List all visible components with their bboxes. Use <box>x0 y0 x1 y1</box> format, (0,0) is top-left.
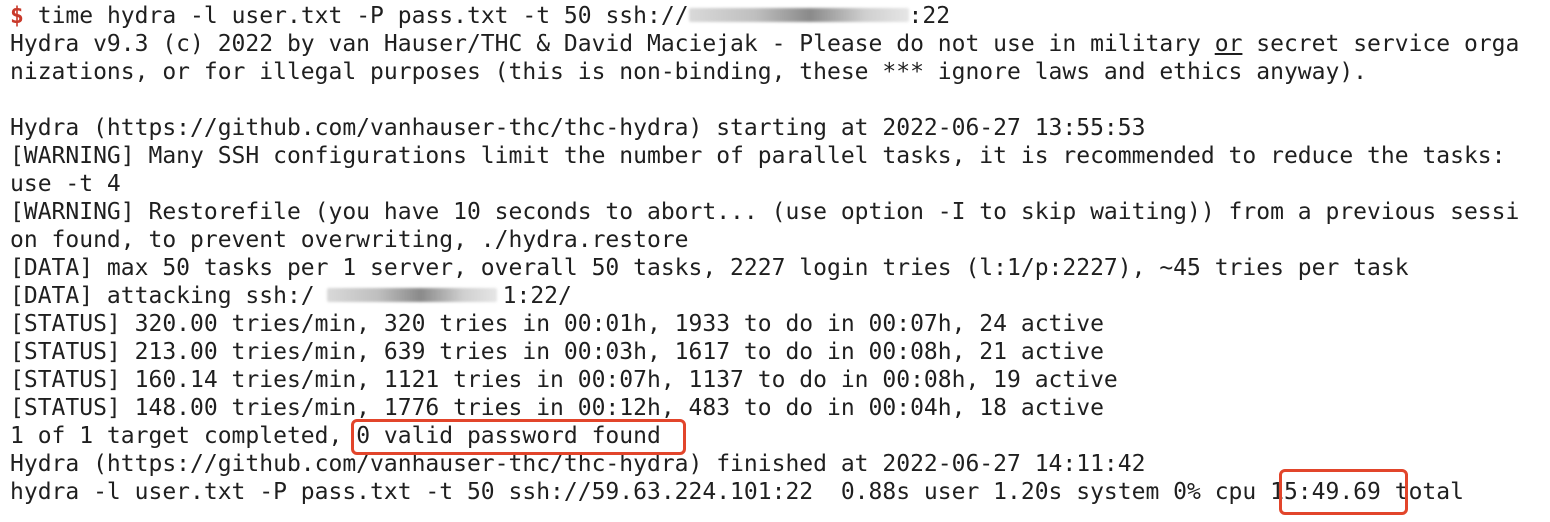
status-line: [STATUS] 148.00 tries/min, 1776 tries in… <box>10 395 1104 421</box>
time-summary-line: hydra -l user.txt -P pass.txt -t 50 ssh:… <box>10 478 1464 506</box>
warning-line-2: [WARNING] Restorefile (you have 10 secon… <box>10 199 1520 225</box>
status-line: [STATUS] 320.00 tries/min, 320 tries in … <box>10 311 1104 337</box>
banner-underlined-or: or <box>1214 31 1243 57</box>
banner-line-1: Hydra v9.3 (c) 2022 by van Hauser/THC & … <box>10 30 1519 58</box>
valid-password-result: 0 valid password found <box>356 423 661 449</box>
data-line-1: [DATA] max 50 tasks per 1 server, overal… <box>10 255 1409 281</box>
redacted-host <box>688 7 909 22</box>
completed-line: 1 of 1 target completed, 0 valid passwor… <box>10 422 661 450</box>
warning-line-2-cont: on found, to prevent overwriting, ./hydr… <box>10 227 689 253</box>
command-suffix: :22 <box>908 3 951 29</box>
finish-line: Hydra (https://github.com/vanhauser-thc/… <box>10 451 1146 477</box>
terminal-output[interactable]: $ time hydra -l user.txt -P pass.txt -t … <box>10 0 1550 522</box>
redacted-target <box>326 287 497 302</box>
time-summary-suffix: total <box>1380 479 1464 505</box>
completed-prefix: 1 of 1 target completed, <box>10 423 357 449</box>
data-attacking-prefix: [DATA] attacking ssh:/ <box>10 283 315 309</box>
command-line: $ time hydra -l user.txt -P pass.txt -t … <box>10 2 950 30</box>
command-prefix: time hydra -l user.txt -P pass.txt -t 50… <box>37 3 689 29</box>
warning-line-1: [WARNING] Many SSH configurations limit … <box>10 143 1506 169</box>
status-line: [STATUS] 213.00 tries/min, 639 tries in … <box>10 339 1104 365</box>
warning-line-1-cont: use -t 4 <box>10 171 121 197</box>
time-summary-prefix: hydra -l user.txt -P pass.txt -t 50 ssh:… <box>10 479 1271 505</box>
banner-text-b: secret service orga <box>1242 31 1520 57</box>
data-line-2: [DATA] attacking ssh:/ 1:22/ <box>10 282 572 310</box>
status-line: [STATUS] 160.14 tries/min, 1121 tries in… <box>10 367 1118 393</box>
total-elapsed-time: 15:49.69 <box>1270 479 1381 505</box>
banner-line-2: nizations, or for illegal purposes (this… <box>10 59 1368 85</box>
banner-text-a: Hydra v9.3 (c) 2022 by van Hauser/THC & … <box>10 31 1215 57</box>
prompt-symbol: $ <box>10 3 24 29</box>
data-attacking-suffix: 1:22/ <box>502 283 572 309</box>
start-line: Hydra (https://github.com/vanhauser-thc/… <box>10 115 1146 141</box>
